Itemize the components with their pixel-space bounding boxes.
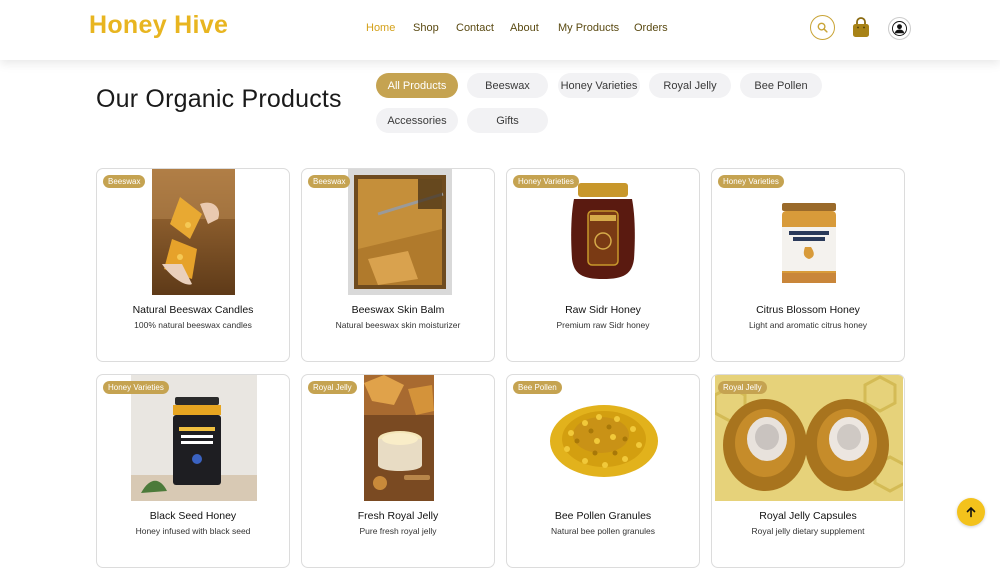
category-badge: Honey Varieties [103,381,169,394]
filter-honey-varieties[interactable]: Honey Varieties [558,73,640,98]
account-button[interactable] [888,17,911,40]
product-image [562,169,644,295]
product-name: Fresh Royal Jelly [357,510,439,522]
brand-logo[interactable]: Honey Hive [89,11,228,40]
nav-item-shop[interactable]: Shop [413,22,439,34]
product-name: Beeswax Skin Balm [351,304,445,316]
cart-button[interactable] [851,17,871,39]
filter-gifts[interactable]: Gifts [467,108,548,133]
category-badge: Honey Varieties [718,175,784,188]
scroll-to-top-button[interactable] [957,498,985,526]
product-image [541,375,667,501]
category-badge: Honey Varieties [513,175,579,188]
product-description: Pure fresh royal jelly [359,526,437,536]
product-name: Raw Sidr Honey [565,304,641,316]
product-description: Royal jelly dietary supplement [751,526,865,536]
filter-royal-jelly[interactable]: Royal Jelly [649,73,731,98]
product-name: Royal Jelly Capsules [759,510,857,522]
product-description: Premium raw Sidr honey [556,320,650,330]
category-badge: Royal Jelly [308,381,357,394]
filter-accessories[interactable]: Accessories [376,108,458,133]
product-image [767,169,849,295]
search-button[interactable] [810,15,835,40]
product-description: Natural bee pollen granules [551,526,655,536]
product-image [364,375,434,501]
nav-item-contact[interactable]: Contact [456,22,494,34]
category-badge: Bee Pollen [513,381,562,394]
product-description: Light and aromatic citrus honey [748,320,868,330]
product-name: Black Seed Honey [149,510,237,522]
nav-item-home[interactable]: Home [366,22,395,34]
category-badge: Beeswax [103,175,146,188]
product-card[interactable]: Royal Jelly Royal Jelly Capsules Royal j… [711,374,905,568]
nav-item-my-products[interactable]: My Products [558,22,619,34]
product-image [152,169,235,295]
product-card[interactable]: Royal Jelly Fresh Royal Jelly Pure fresh… [301,374,495,568]
user-avatar-icon [892,21,907,36]
product-card[interactable]: Honey Varieties Raw Sidr Honey Premium r… [506,168,700,362]
site-header: Honey Hive Home Shop Contact About My Pr… [0,0,1000,60]
product-card[interactable]: Honey Varieties Black Seed Honey Honey i… [96,374,290,568]
product-card[interactable]: Beeswax Natural Beeswax Candles 100% nat… [96,168,290,362]
category-badge: Royal Jelly [718,381,767,394]
nav-item-about[interactable]: About [510,22,539,34]
shopping-bag-icon [853,17,869,37]
product-description: Honey infused with black seed [135,526,251,536]
product-name: Citrus Blossom Honey [756,304,860,316]
filter-beeswax[interactable]: Beeswax [467,73,548,98]
filter-bee-pollen[interactable]: Bee Pollen [740,73,822,98]
product-card[interactable]: Honey Varieties Citrus Blossom Honey Lig… [711,168,905,362]
page-title: Our Organic Products [96,84,342,113]
product-image [348,169,452,295]
product-description: Natural beeswax skin moisturizer [335,320,461,330]
product-card[interactable]: Beeswax Beeswax Skin Balm Natural beeswa… [301,168,495,362]
category-badge: Beeswax [308,175,351,188]
nav-item-orders[interactable]: Orders [634,22,668,34]
product-description: 100% natural beeswax candles [134,320,252,330]
arrow-up-icon [966,507,976,518]
product-name: Bee Pollen Granules [554,510,652,522]
product-name: Natural Beeswax Candles [132,304,254,316]
product-card[interactable]: Bee Pollen Bee Pollen Granules Natural b… [506,374,700,568]
search-icon [817,22,828,33]
filter-all-products[interactable]: All Products [376,73,458,98]
